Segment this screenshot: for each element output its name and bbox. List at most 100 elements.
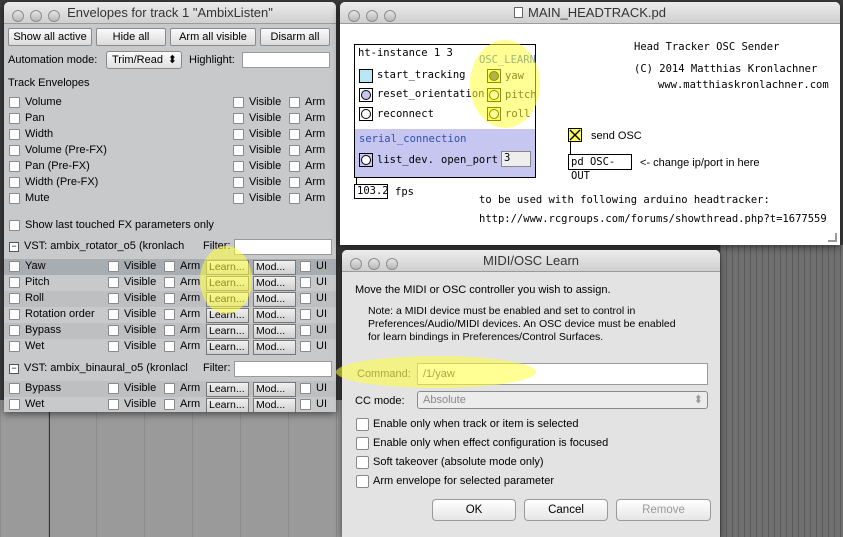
command-input[interactable]: /1/yaw xyxy=(417,363,708,385)
send-osc-toggle[interactable] xyxy=(568,128,582,142)
ui-checkbox[interactable] xyxy=(300,325,311,336)
visible-checkbox[interactable] xyxy=(108,325,119,336)
close-button[interactable] xyxy=(12,10,24,22)
visible-checkbox[interactable] xyxy=(108,383,119,394)
option-checkbox-fx-focused[interactable] xyxy=(356,437,369,450)
ui-checkbox[interactable] xyxy=(300,383,311,394)
pd-canvas[interactable]: ht-instance 1 3 OSC_LEARN start_tracking… xyxy=(340,24,840,245)
envelope-checkbox[interactable] xyxy=(9,193,20,204)
visible-checkbox[interactable] xyxy=(233,177,244,188)
learn-button[interactable]: Learn... xyxy=(206,308,249,323)
ht-instance-box[interactable]: ht-instance 1 3 OSC_LEARN start_tracking… xyxy=(354,44,537,178)
visible-checkbox[interactable] xyxy=(108,399,119,410)
arm-checkbox[interactable] xyxy=(289,177,300,188)
mod-button[interactable]: Mod... xyxy=(253,382,296,397)
param-checkbox[interactable] xyxy=(9,341,20,352)
open-port-number[interactable]: 3 xyxy=(501,151,531,167)
vst2-filter-input[interactable] xyxy=(234,361,332,377)
resize-grip-icon[interactable] xyxy=(828,233,837,242)
arm-checkbox[interactable] xyxy=(289,97,300,108)
param-checkbox[interactable] xyxy=(9,309,20,320)
option-checkbox-track-selected[interactable] xyxy=(356,418,369,431)
param-checkbox[interactable] xyxy=(9,399,20,410)
envelope-checkbox[interactable] xyxy=(9,129,20,140)
close-button[interactable] xyxy=(350,258,362,270)
arm-all-visible-button[interactable]: Arm all visible xyxy=(170,28,256,46)
pitch-bang[interactable] xyxy=(487,88,501,102)
arm-checkbox[interactable] xyxy=(164,325,175,336)
minimize-button[interactable] xyxy=(368,258,380,270)
arm-checkbox[interactable] xyxy=(164,341,175,352)
hide-all-button[interactable]: Hide all xyxy=(96,28,166,46)
envelope-checkbox[interactable] xyxy=(9,161,20,172)
arm-checkbox[interactable] xyxy=(164,383,175,394)
reconnect-bang[interactable] xyxy=(359,107,373,121)
arm-checkbox[interactable] xyxy=(164,293,175,304)
mod-button[interactable]: Mod... xyxy=(253,398,296,412)
ui-checkbox[interactable] xyxy=(300,309,311,320)
zoom-button[interactable] xyxy=(384,10,396,22)
learn-button[interactable]: Learn... xyxy=(206,398,249,412)
mod-button[interactable]: Mod... xyxy=(253,324,296,339)
roll-bang[interactable] xyxy=(487,107,501,121)
mod-button[interactable]: Mod... xyxy=(253,260,296,275)
minimize-button[interactable] xyxy=(30,10,42,22)
pd-osc-out-object[interactable]: pd OSC-OUT xyxy=(568,154,632,182)
arm-checkbox[interactable] xyxy=(164,309,175,320)
visible-checkbox[interactable] xyxy=(108,277,119,288)
arm-checkbox[interactable] xyxy=(289,161,300,172)
learn-button[interactable]: Learn... xyxy=(206,260,249,275)
arm-checkbox[interactable] xyxy=(289,145,300,156)
visible-checkbox[interactable] xyxy=(233,129,244,140)
param-checkbox[interactable] xyxy=(9,277,20,288)
option-checkbox-arm-envelope[interactable] xyxy=(356,475,369,488)
param-checkbox[interactable] xyxy=(9,325,20,336)
mod-button[interactable]: Mod... xyxy=(253,308,296,323)
ui-checkbox[interactable] xyxy=(300,399,311,410)
zoom-button[interactable] xyxy=(386,258,398,270)
remove-button[interactable]: Remove xyxy=(616,499,711,521)
envelope-checkbox[interactable] xyxy=(9,113,20,124)
mod-button[interactable]: Mod... xyxy=(253,276,296,291)
ok-button[interactable]: OK xyxy=(432,499,516,521)
reset-orientation-bang[interactable] xyxy=(359,88,373,102)
vst1-filter-input[interactable] xyxy=(234,239,332,255)
list-dev-bang[interactable] xyxy=(359,153,373,167)
collapse-icon[interactable]: − xyxy=(9,364,19,374)
mod-button[interactable]: Mod... xyxy=(253,292,296,307)
param-checkbox[interactable] xyxy=(9,293,20,304)
cancel-button[interactable]: Cancel xyxy=(524,499,608,521)
visible-checkbox[interactable] xyxy=(233,193,244,204)
envelope-checkbox[interactable] xyxy=(9,177,20,188)
show-all-active-button[interactable]: Show all active xyxy=(8,28,92,46)
arm-checkbox[interactable] xyxy=(289,193,300,204)
param-checkbox[interactable] xyxy=(9,261,20,272)
yaw-bang[interactable] xyxy=(487,69,501,83)
fps-number-box[interactable]: 103.2 xyxy=(354,184,389,199)
learn-button[interactable]: Learn... xyxy=(206,382,249,397)
mod-button[interactable]: Mod... xyxy=(253,340,296,355)
visible-checkbox[interactable] xyxy=(233,161,244,172)
arm-checkbox[interactable] xyxy=(164,277,175,288)
ui-checkbox[interactable] xyxy=(300,261,311,272)
visible-checkbox[interactable] xyxy=(108,341,119,352)
arm-checkbox[interactable] xyxy=(289,129,300,140)
minimize-button[interactable] xyxy=(366,10,378,22)
close-button[interactable] xyxy=(348,10,360,22)
param-checkbox[interactable] xyxy=(9,383,20,394)
arm-checkbox[interactable] xyxy=(164,399,175,410)
envelope-checkbox[interactable] xyxy=(9,145,20,156)
visible-checkbox[interactable] xyxy=(108,261,119,272)
visible-checkbox[interactable] xyxy=(108,293,119,304)
collapse-icon[interactable]: − xyxy=(9,242,19,252)
ui-checkbox[interactable] xyxy=(300,341,311,352)
envelope-checkbox[interactable] xyxy=(9,97,20,108)
arm-checkbox[interactable] xyxy=(289,113,300,124)
learn-button[interactable]: Learn... xyxy=(206,276,249,291)
option-checkbox-soft-takeover[interactable] xyxy=(356,456,369,469)
cc-mode-select[interactable]: Absolute ⬍ xyxy=(417,391,708,409)
show-last-touched-checkbox[interactable] xyxy=(9,220,20,231)
automation-mode-select[interactable]: Trim/Read ⬍ xyxy=(106,51,182,69)
highlight-input[interactable] xyxy=(242,52,330,68)
start-tracking-toggle[interactable] xyxy=(359,69,373,83)
